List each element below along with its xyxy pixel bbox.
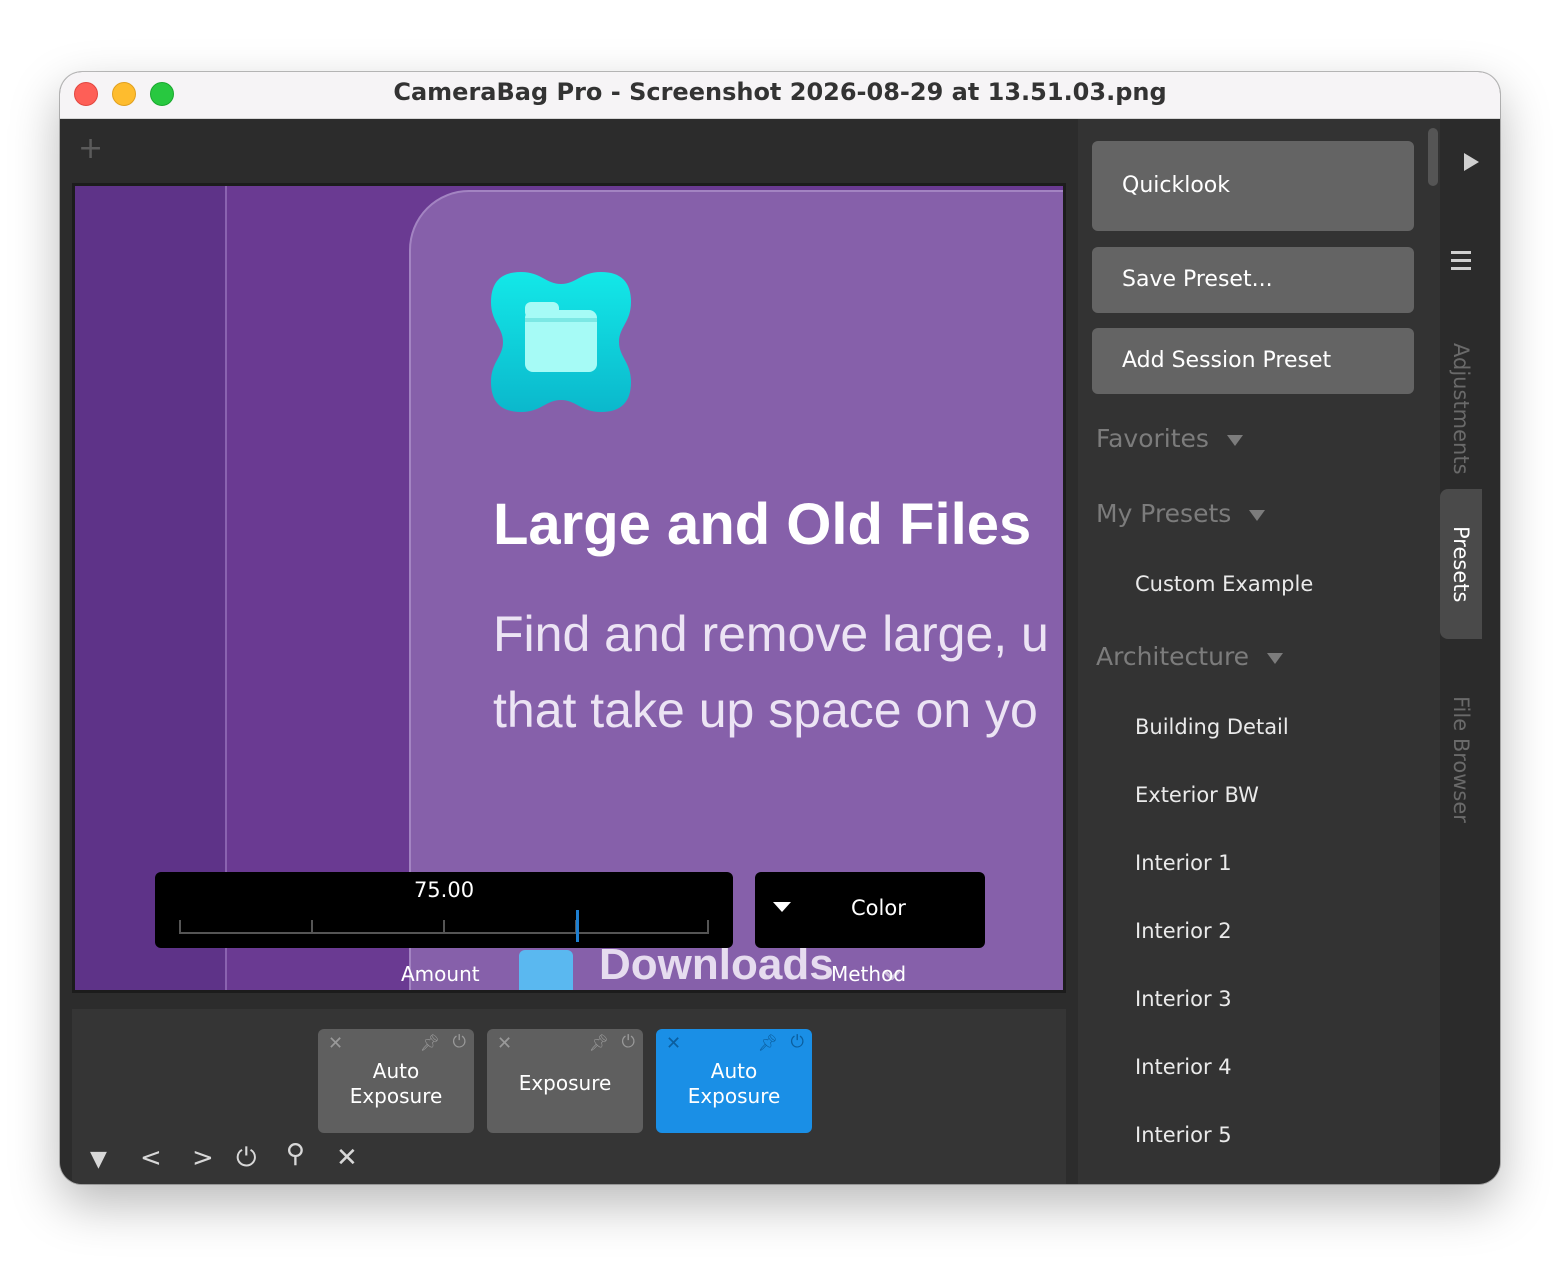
pin-icon[interactable]: 📌︎ bbox=[758, 1033, 778, 1052]
adjustment-label: Exposure bbox=[487, 1071, 643, 1096]
amount-value: 75.00 bbox=[413, 878, 475, 902]
pin-icon[interactable]: 📌︎ bbox=[420, 1033, 440, 1052]
presets-panel: Quicklook Save Preset... Add Session Pre… bbox=[1078, 119, 1440, 1184]
menu-icon[interactable] bbox=[1451, 251, 1471, 275]
add-session-preset-button[interactable]: Add Session Preset bbox=[1092, 328, 1414, 394]
preset-item[interactable]: Custom Example bbox=[1135, 572, 1313, 596]
slider-tick bbox=[179, 920, 181, 932]
adjustment-label: Auto Exposure bbox=[318, 1059, 474, 1109]
power-icon[interactable]: ⏻ bbox=[453, 1032, 466, 1052]
method-label: Method bbox=[831, 962, 907, 986]
remove-icon[interactable]: ✕ bbox=[666, 1033, 681, 1054]
preset-item[interactable]: Interior 5 bbox=[1135, 1123, 1232, 1147]
adjustment-auto-exposure-active[interactable]: ✕ 📌︎ ⏻ Auto Exposure bbox=[656, 1029, 812, 1133]
preset-item[interactable]: Interior 4 bbox=[1135, 1055, 1232, 1079]
power-icon[interactable]: ⏻ bbox=[622, 1032, 635, 1052]
adjustment-label-line-1: Auto bbox=[710, 1059, 758, 1083]
amount-label: Amount bbox=[401, 962, 480, 986]
power-icon[interactable]: ⏻ bbox=[236, 1143, 257, 1174]
section-architecture-label: Architecture bbox=[1096, 642, 1250, 671]
method-dropdown[interactable]: Color bbox=[755, 872, 985, 948]
search-icon[interactable]: ⚲ bbox=[286, 1139, 305, 1169]
scrollbar-thumb[interactable] bbox=[1428, 128, 1438, 186]
preview-subtext: Find and remove large, u that take up sp… bbox=[493, 596, 1049, 748]
quicklook-button[interactable]: Quicklook bbox=[1092, 141, 1414, 231]
title-bar: CameraBag Pro - Screenshot 2026-08-29 at… bbox=[60, 72, 1500, 119]
preview-subtext-line-1: Find and remove large, u bbox=[493, 606, 1049, 662]
adjustment-label-line-2: Exposure bbox=[687, 1084, 781, 1108]
section-my-presets[interactable]: My Presets bbox=[1096, 499, 1266, 528]
tab-file-browser[interactable]: File Browser bbox=[1440, 659, 1482, 859]
section-my-presets-label: My Presets bbox=[1096, 499, 1232, 528]
collapse-icon[interactable]: ▼ bbox=[90, 1147, 107, 1172]
workspace: + Large and Old Files Find and remove la… bbox=[60, 119, 1078, 1184]
slider-tick bbox=[443, 920, 445, 932]
remove-icon[interactable]: ✕ bbox=[497, 1033, 512, 1054]
caret-down-icon bbox=[773, 902, 791, 912]
preset-item[interactable]: Building Detail bbox=[1135, 715, 1289, 739]
adjustment-auto-exposure[interactable]: ✕ 📌︎ ⏻ Auto Exposure bbox=[318, 1029, 474, 1133]
folder-app-icon bbox=[491, 272, 631, 412]
side-tab-strip: Adjustments Presets File Browser bbox=[1440, 119, 1500, 1184]
remove-icon[interactable]: ✕ bbox=[328, 1033, 343, 1054]
amount-slider[interactable]: 75.00 bbox=[155, 872, 733, 948]
slider-tick bbox=[707, 920, 709, 932]
app-window: CameraBag Pro - Screenshot 2026-08-29 at… bbox=[60, 72, 1500, 1184]
tab-presets[interactable]: Presets bbox=[1440, 489, 1482, 639]
preview-sidebar-region bbox=[75, 186, 227, 990]
slider-tick bbox=[311, 920, 313, 932]
section-architecture[interactable]: Architecture bbox=[1096, 642, 1284, 671]
adjustment-stack: ✕ 📌︎ ⏻ Auto Exposure ✕ 📌︎ ⏻ Exposure ✕ 📌… bbox=[72, 1009, 1066, 1184]
pin-icon[interactable]: 📌︎ bbox=[589, 1033, 609, 1052]
next-icon[interactable]: > bbox=[192, 1143, 214, 1173]
tab-adjustments[interactable]: Adjustments bbox=[1440, 319, 1482, 499]
triangle-down-icon bbox=[1249, 509, 1266, 521]
preview-heading: Large and Old Files bbox=[493, 492, 1032, 557]
preset-item[interactable]: Exterior BW bbox=[1135, 783, 1259, 807]
preview-subtext-line-2: that take up space on yo bbox=[493, 682, 1038, 738]
adjustment-label-line-1: Exposure bbox=[518, 1071, 612, 1095]
section-favorites[interactable]: Favorites bbox=[1096, 424, 1243, 453]
save-preset-button[interactable]: Save Preset... bbox=[1092, 247, 1414, 313]
new-tab-button[interactable]: + bbox=[78, 131, 103, 166]
triangle-down-icon bbox=[1226, 434, 1243, 446]
play-icon[interactable] bbox=[1464, 153, 1479, 171]
method-value: Color bbox=[851, 896, 906, 920]
close-icon[interactable]: ✕ bbox=[336, 1143, 358, 1173]
preset-item[interactable]: Interior 3 bbox=[1135, 987, 1232, 1011]
slider-handle[interactable] bbox=[575, 910, 579, 942]
power-icon[interactable]: ⏻ bbox=[791, 1032, 804, 1052]
downloads-folder-icon bbox=[519, 950, 573, 990]
triangle-down-icon bbox=[1267, 652, 1284, 664]
adjustment-label-line-1: Auto bbox=[372, 1059, 420, 1083]
image-preview[interactable]: Large and Old Files Find and remove larg… bbox=[72, 183, 1066, 993]
previous-icon[interactable]: < bbox=[140, 1143, 162, 1173]
window-title: CameraBag Pro - Screenshot 2026-08-29 at… bbox=[393, 78, 1167, 106]
preset-item[interactable]: Interior 2 bbox=[1135, 919, 1232, 943]
preset-item[interactable]: Interior 1 bbox=[1135, 851, 1232, 875]
adjustment-label-line-2: Exposure bbox=[349, 1084, 443, 1108]
adjustment-label: Auto Exposure bbox=[656, 1059, 812, 1109]
slider-track[interactable] bbox=[179, 932, 709, 934]
adjustment-exposure[interactable]: ✕ 📌︎ ⏻ Exposure bbox=[487, 1029, 643, 1133]
section-favorites-label: Favorites bbox=[1096, 424, 1209, 453]
